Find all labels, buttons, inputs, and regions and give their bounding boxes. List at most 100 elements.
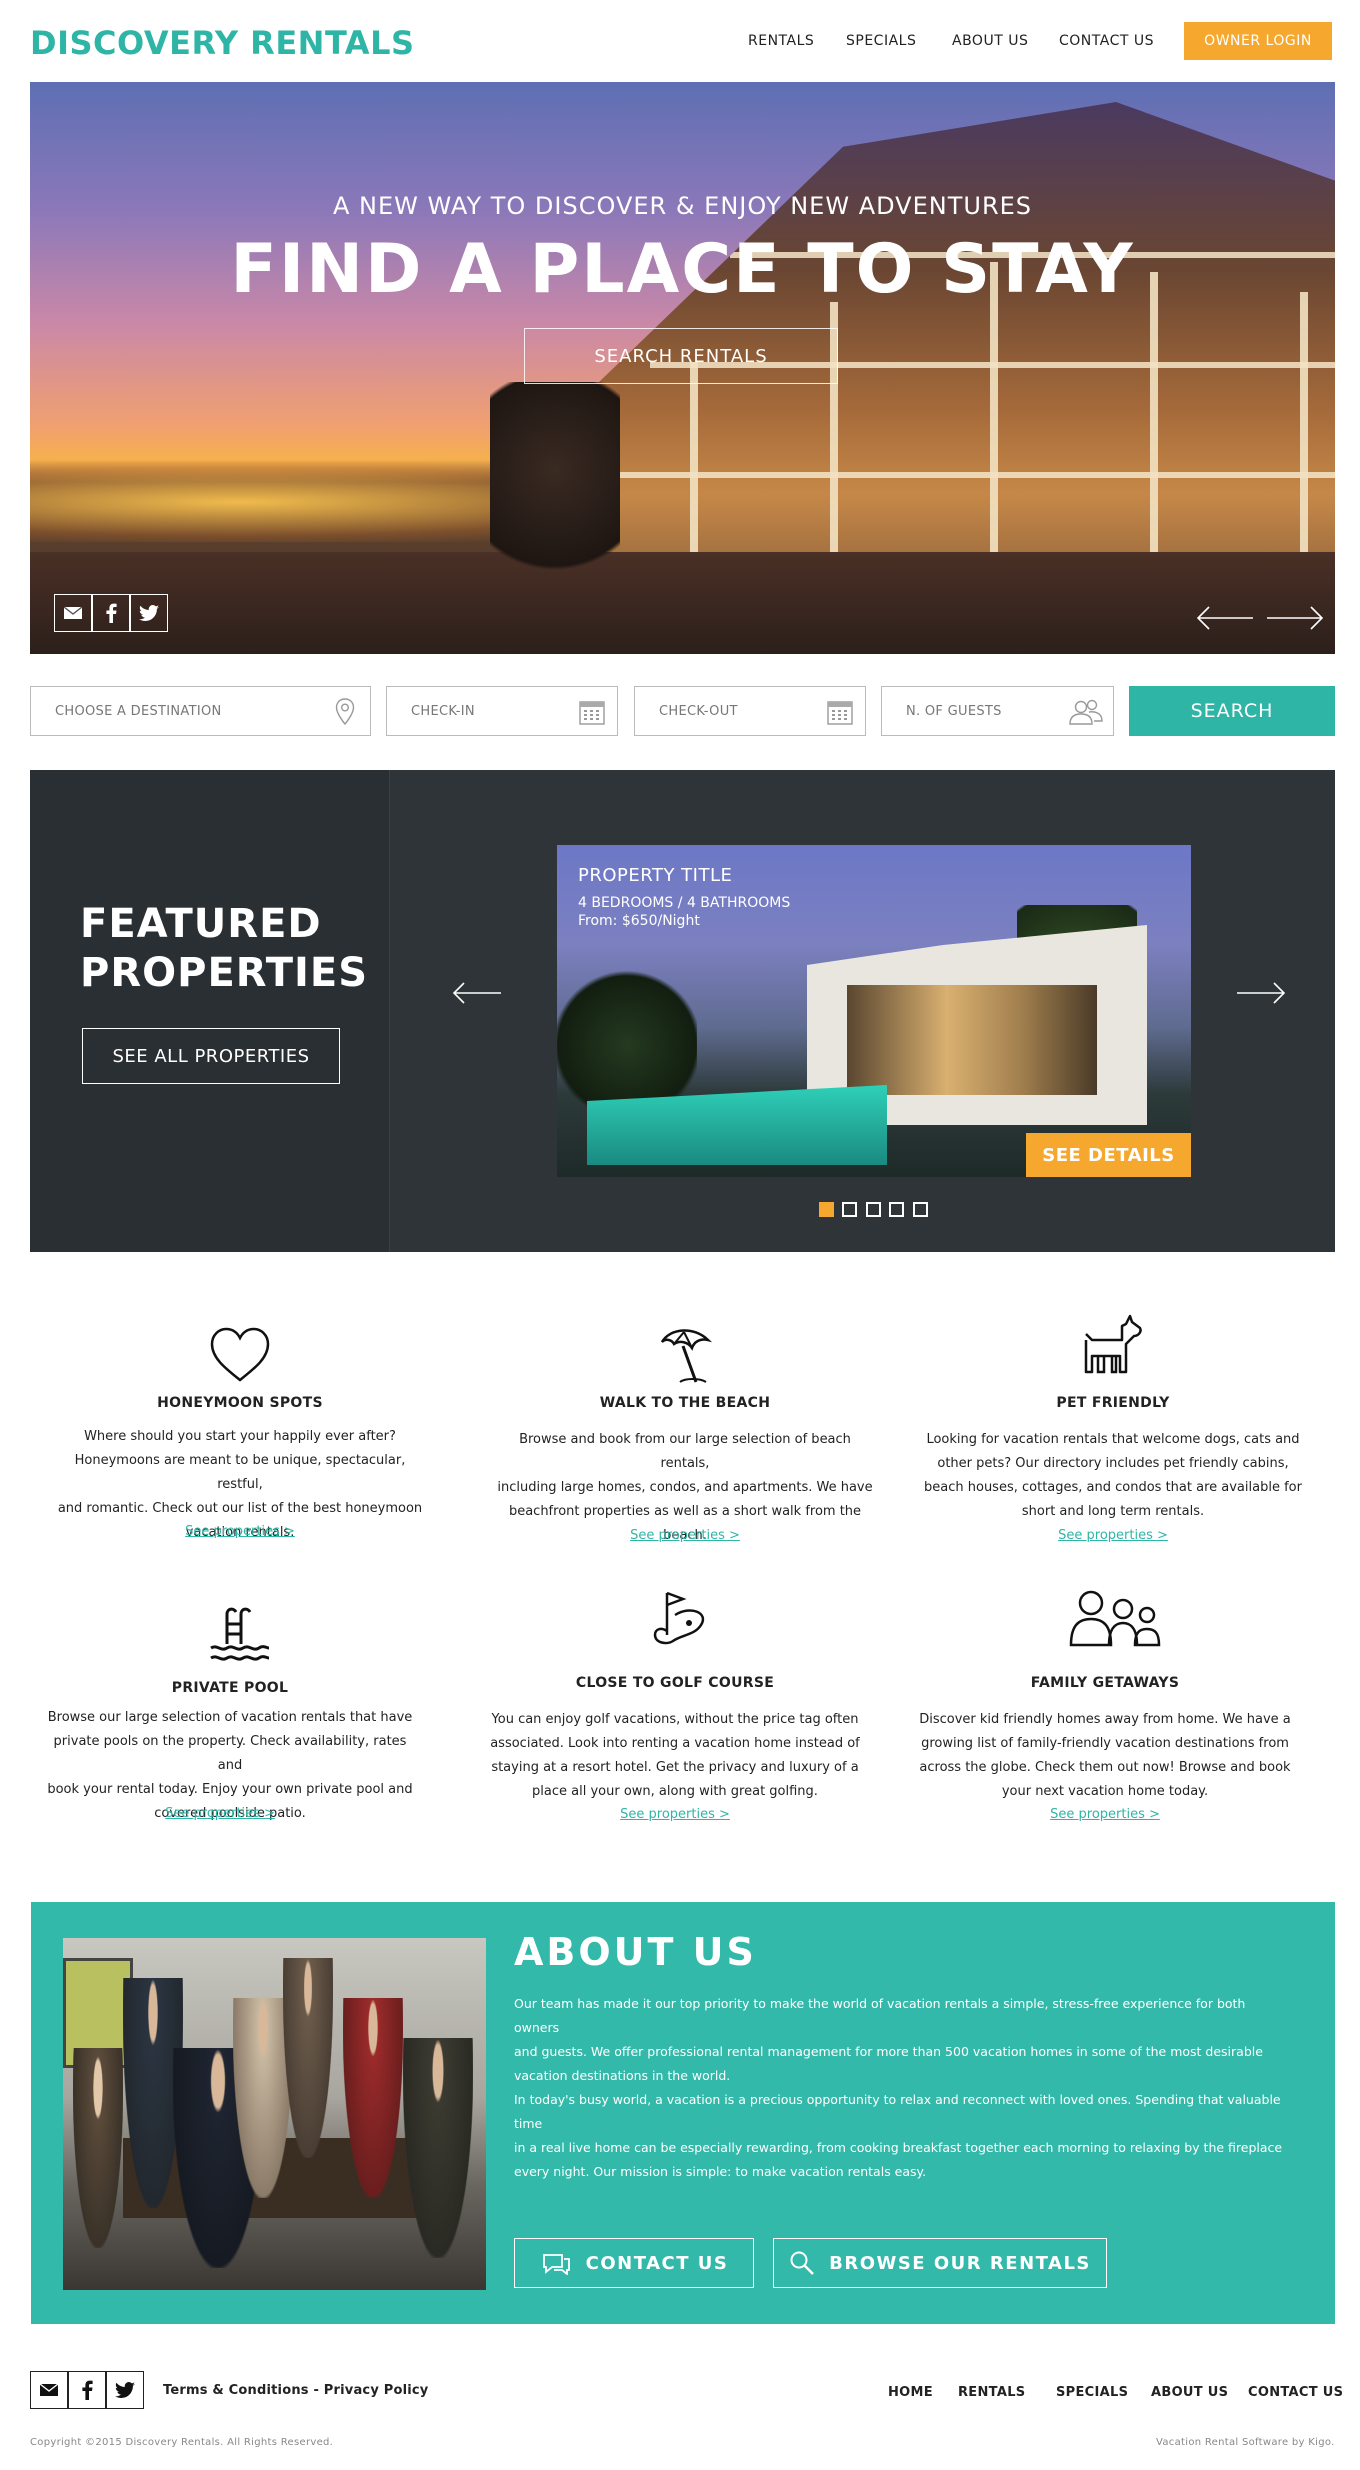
see-properties-link[interactable]: See properties > — [495, 1528, 875, 1543]
see-properties-link[interactable]: See properties > — [30, 1806, 410, 1821]
contact-us-button[interactable]: CONTACT US — [514, 2238, 754, 2288]
team-person — [403, 2038, 473, 2258]
destination-field[interactable]: CHOOSE A DESTINATION — [30, 686, 371, 736]
property-card[interactable]: PROPERTY TITLE 4 BEDROOMS / 4 BATHROOMS … — [557, 845, 1191, 1177]
owner-login-button[interactable]: OWNER LOGIN — [1184, 22, 1332, 60]
featured-properties-section: FEATURED PROPERTIES SEE ALL PROPERTIES P… — [30, 770, 1335, 1252]
footer-mail-icon[interactable] — [30, 2371, 68, 2409]
team-photo — [63, 1938, 486, 2290]
see-properties-link[interactable]: See properties > — [923, 1528, 1303, 1543]
feature-family: FAMILY GETAWAYS Discover kid friendly ho… — [915, 1585, 1295, 1825]
property-price: From: $650/Night — [578, 913, 700, 929]
featured-title: FEATURED PROPERTIES — [80, 900, 368, 998]
see-details-button[interactable]: SEE DETAILS — [1026, 1133, 1191, 1177]
team-person — [73, 2048, 123, 2248]
map-pin-icon — [335, 698, 355, 726]
hero-tree — [490, 382, 620, 602]
feature-private-pool: PRIVATE POOL Browse our large selection … — [47, 1592, 430, 1832]
nav-rentals[interactable]: RENTALS — [748, 33, 814, 49]
facebook-icon[interactable] — [92, 594, 130, 632]
browse-rentals-label: BROWSE OUR RENTALS — [829, 2252, 1091, 2274]
feature-description: Looking for vacation rentals that welcom… — [924, 1432, 1302, 1519]
porch-post — [690, 362, 698, 562]
about-paragraph-1: Our team has made it our top priority to… — [514, 1996, 1263, 2083]
featured-title-line1: FEATURED — [80, 901, 322, 947]
feature-title: PET FRIENDLY — [1056, 1395, 1170, 1411]
slide-dot-5[interactable] — [913, 1202, 928, 1217]
footer-twitter-icon[interactable] — [106, 2371, 144, 2409]
golf-icon — [653, 1591, 705, 1645]
slide-dot-1[interactable] — [819, 1202, 834, 1217]
destination-placeholder: CHOOSE A DESTINATION — [55, 703, 222, 719]
check-in-field[interactable]: CHECK-IN — [386, 686, 618, 736]
chat-bubble-icon — [542, 2254, 570, 2275]
footer-nav-rentals[interactable]: RENTALS — [958, 2385, 1025, 2400]
footer-facebook-icon[interactable] — [68, 2371, 106, 2409]
see-all-properties-button[interactable]: SEE ALL PROPERTIES — [82, 1028, 340, 1084]
footer-nav-home[interactable]: HOME — [888, 2385, 933, 2400]
feature-honeymoon: HONEYMOON SPOTS Where should you start y… — [50, 1310, 430, 1550]
hero-subtitle: A NEW WAY TO DISCOVER & ENJOY NEW ADVENT… — [332, 192, 1033, 220]
featured-title-line2: PROPERTIES — [80, 950, 369, 996]
pool-icon — [210, 1607, 270, 1661]
check-in-placeholder: CHECK-IN — [411, 703, 475, 719]
hero-next-arrow-icon[interactable] — [1265, 606, 1325, 630]
see-properties-link[interactable]: See properties > — [50, 1524, 430, 1539]
feature-title: HONEYMOON SPOTS — [157, 1395, 323, 1411]
porch-post — [1150, 272, 1158, 562]
check-out-placeholder: CHECK-OUT — [659, 703, 738, 719]
featured-left-panel: FEATURED PROPERTIES SEE ALL PROPERTIES — [30, 770, 390, 1252]
logo[interactable]: DISCOVERY RENTALS — [30, 24, 415, 62]
feature-description: Discover kid friendly homes away from ho… — [919, 1712, 1291, 1799]
mail-icon[interactable] — [54, 594, 92, 632]
feature-title: FAMILY GETAWAYS — [1030, 1675, 1180, 1691]
footer-nav-about-us[interactable]: ABOUT US — [1151, 2385, 1228, 2400]
guests-placeholder: N. OF GUESTS — [906, 703, 1002, 719]
featured-prev-arrow-icon[interactable] — [451, 982, 503, 1004]
feature-description: You can enjoy golf vacations, without th… — [490, 1712, 860, 1799]
about-us-section: ABOUT US Our team has made it our top pr… — [31, 1902, 1335, 2324]
search-icon — [790, 2251, 814, 2275]
guests-field[interactable]: N. OF GUESTS — [881, 686, 1114, 736]
porch-post — [1300, 292, 1308, 562]
contact-us-label: CONTACT US — [585, 2252, 729, 2274]
calendar-icon — [579, 701, 605, 725]
property-title: PROPERTY TITLE — [578, 865, 733, 886]
footer-nav-specials[interactable]: SPECIALS — [1056, 2385, 1128, 2400]
slide-dot-2[interactable] — [842, 1202, 857, 1217]
feature-title: PRIVATE POOL — [171, 1680, 289, 1696]
kigo-credit-link[interactable]: Vacation Rental Software by Kigo. — [1156, 2437, 1335, 2448]
hero-ground — [30, 552, 1335, 654]
footer-nav-contact-us[interactable]: CONTACT US — [1248, 2385, 1343, 2400]
check-out-field[interactable]: CHECK-OUT — [634, 686, 866, 736]
copyright-text: Copyright ©2015 Discovery Rentals. All R… — [30, 2437, 334, 2448]
dog-icon — [1084, 1314, 1142, 1374]
browse-rentals-button[interactable]: BROWSE OUR RENTALS — [773, 2238, 1107, 2288]
feature-title: WALK TO THE BEACH — [599, 1395, 771, 1411]
see-properties-link[interactable]: See properties > — [485, 1807, 865, 1822]
nav-specials[interactable]: SPECIALS — [846, 33, 916, 49]
porch-rail — [610, 472, 1335, 478]
heart-icon — [210, 1327, 270, 1382]
hero-banner: A NEW WAY TO DISCOVER & ENJOY NEW ADVENT… — [30, 82, 1335, 654]
feature-title: CLOSE TO GOLF COURSE — [575, 1675, 775, 1691]
featured-next-arrow-icon[interactable] — [1235, 982, 1287, 1004]
nav-about-us[interactable]: ABOUT US — [952, 33, 1028, 49]
calendar-icon — [827, 701, 853, 725]
twitter-icon[interactable] — [130, 594, 168, 632]
terms-privacy-link[interactable]: Terms & Conditions - Privacy Policy — [163, 2383, 428, 2398]
beach-umbrella-icon — [660, 1329, 713, 1383]
hero-prev-arrow-icon[interactable] — [1195, 606, 1255, 630]
about-title: ABOUT US — [514, 1930, 757, 1974]
feature-golf: CLOSE TO GOLF COURSE You can enjoy golf … — [485, 1585, 865, 1825]
family-icon — [1069, 1590, 1161, 1647]
team-person — [343, 1998, 403, 2198]
search-button[interactable]: SEARCH — [1129, 686, 1335, 736]
about-paragraph-2: In today's busy world, a vacation is a p… — [514, 2092, 1283, 2179]
guests-icon — [1069, 699, 1103, 725]
nav-contact-us[interactable]: CONTACT US — [1059, 33, 1154, 49]
search-rentals-button[interactable]: SEARCH RENTALS — [524, 328, 838, 384]
see-properties-link[interactable]: See properties > — [915, 1807, 1295, 1822]
slide-dot-4[interactable] — [889, 1202, 904, 1217]
slide-dot-3[interactable] — [866, 1202, 881, 1217]
